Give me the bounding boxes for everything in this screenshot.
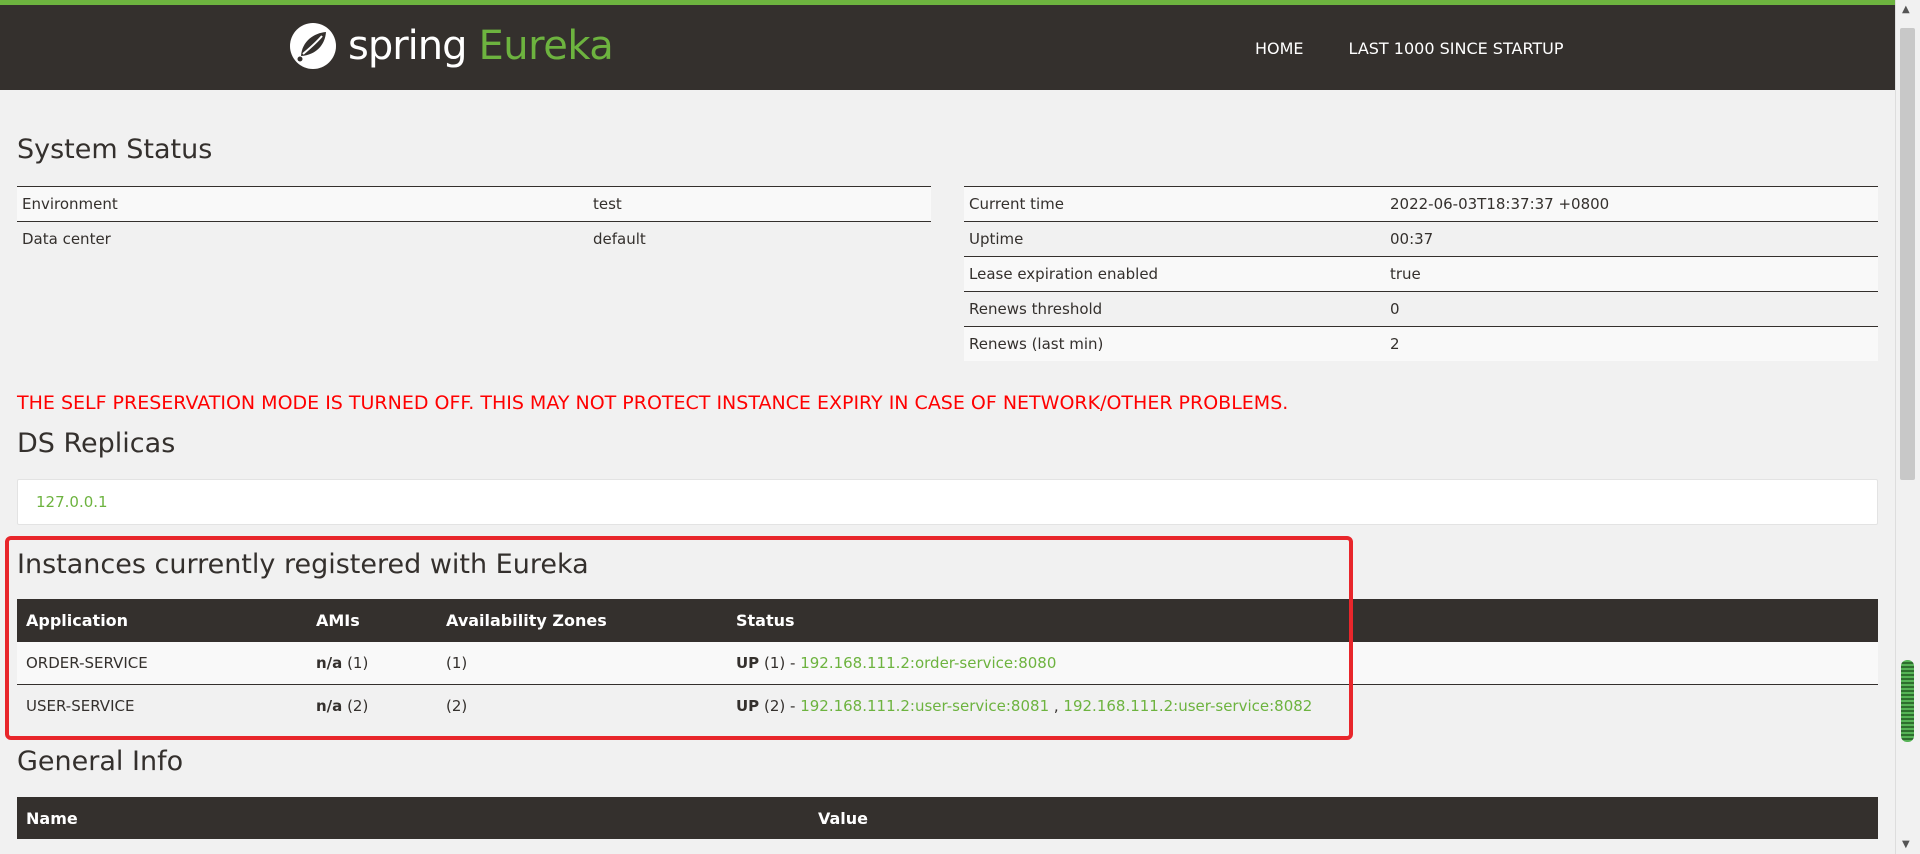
status-up: UP bbox=[736, 697, 760, 715]
status-name-cell: Lease expiration enabled bbox=[964, 256, 1385, 292]
status-value-cell: 0 bbox=[1385, 291, 1878, 327]
status-value-cell: 2 bbox=[1385, 326, 1878, 361]
status-name-cell: Renews (last min) bbox=[964, 326, 1385, 361]
spring-leaf-icon bbox=[290, 23, 336, 69]
instances-table: Application AMIs Availability Zones Stat… bbox=[17, 599, 1878, 727]
status-up: UP bbox=[736, 654, 760, 672]
table-row: USER-SERVICE n/a (2) (2) UP (2) - 192.16… bbox=[17, 684, 1878, 727]
col-value: Value bbox=[809, 797, 1878, 839]
col-application: Application bbox=[17, 599, 307, 642]
general-info-table: Name Value bbox=[17, 797, 1878, 839]
ds-replicas-list: 127.0.0.1 bbox=[17, 479, 1878, 525]
status-value-cell: test bbox=[588, 186, 931, 222]
table-row: Data center default bbox=[17, 221, 931, 256]
amis-cell: n/a (2) bbox=[307, 684, 437, 727]
table-header-row: Application AMIs Availability Zones Stat… bbox=[17, 599, 1878, 642]
status-value-cell: true bbox=[1385, 256, 1878, 292]
top-navbar: spring Eureka HOME LAST 1000 SINCE START… bbox=[0, 0, 1895, 90]
table-row: Lease expiration enabled true bbox=[964, 256, 1878, 292]
col-availability-zones: Availability Zones bbox=[437, 599, 727, 642]
spring-eureka-logo[interactable]: spring Eureka bbox=[288, 21, 614, 71]
main-nav: HOME LAST 1000 SINCE STARTUP bbox=[1255, 39, 1609, 58]
status-name-cell: Data center bbox=[17, 221, 588, 256]
table-row: ORDER-SERVICE n/a (1) (1) UP (1) - 192.1… bbox=[17, 641, 1878, 685]
application-name: USER-SERVICE bbox=[17, 684, 307, 727]
col-amis: AMIs bbox=[307, 599, 437, 642]
logo-text-spring: spring bbox=[348, 23, 468, 69]
table-row: Renews threshold 0 bbox=[964, 291, 1878, 327]
ami-count: (1) bbox=[347, 654, 369, 672]
scrollbar-thumb[interactable] bbox=[1900, 28, 1915, 480]
vertical-scrollbar[interactable]: ▲ ▼ bbox=[1895, 0, 1920, 854]
scroll-down-arrow-icon[interactable]: ▼ bbox=[1902, 839, 1910, 850]
status-count: (2) - bbox=[763, 697, 796, 715]
ami-label: n/a bbox=[316, 654, 343, 672]
status-name-cell: Current time bbox=[964, 186, 1385, 222]
ami-count: (2) bbox=[347, 697, 369, 715]
instance-link[interactable]: 192.168.111.2:order-service:8080 bbox=[800, 654, 1056, 672]
nav-last-1000-link[interactable]: LAST 1000 SINCE STARTUP bbox=[1349, 39, 1564, 58]
system-status-left-table: Environment test Data center default bbox=[17, 186, 931, 256]
scroll-up-arrow-icon[interactable]: ▲ bbox=[1902, 4, 1910, 15]
ami-label: n/a bbox=[316, 697, 343, 715]
col-status: Status bbox=[727, 599, 1878, 642]
status-name-cell: Renews threshold bbox=[964, 291, 1385, 327]
replica-link[interactable]: 127.0.0.1 bbox=[36, 493, 108, 511]
table-row: Environment test bbox=[17, 186, 931, 222]
general-info-heading: General Info bbox=[17, 746, 184, 777]
ds-replicas-heading: DS Replicas bbox=[17, 428, 176, 459]
table-row: Current time 2022-06-03T18:37:37 +0800 bbox=[964, 186, 1878, 222]
status-cell: UP (1) - 192.168.111.2:order-service:808… bbox=[727, 641, 1878, 685]
application-name: ORDER-SERVICE bbox=[17, 641, 307, 685]
logo-text-eureka: Eureka bbox=[478, 23, 614, 69]
self-preservation-warning: THE SELF PRESERVATION MODE IS TURNED OFF… bbox=[17, 392, 1289, 414]
status-count: (1) - bbox=[763, 654, 796, 672]
amis-cell: n/a (1) bbox=[307, 641, 437, 685]
instance-link[interactable]: 192.168.111.2:user-service:8081 bbox=[800, 697, 1049, 715]
status-name-cell: Uptime bbox=[964, 221, 1385, 257]
status-value-cell: 2022-06-03T18:37:37 +0800 bbox=[1385, 186, 1878, 222]
status-cell: UP (2) - 192.168.111.2:user-service:8081… bbox=[727, 684, 1878, 727]
table-row: Renews (last min) 2 bbox=[964, 326, 1878, 361]
status-value-cell: 00:37 bbox=[1385, 221, 1878, 257]
scroll-position-marker bbox=[1901, 660, 1914, 742]
system-status-right-table: Current time 2022-06-03T18:37:37 +0800 U… bbox=[964, 186, 1878, 361]
zones-cell: (2) bbox=[437, 684, 727, 727]
instances-heading: Instances currently registered with Eure… bbox=[17, 549, 589, 580]
zones-cell: (1) bbox=[437, 641, 727, 685]
table-row: Uptime 00:37 bbox=[964, 221, 1878, 257]
status-value-cell: default bbox=[588, 221, 931, 256]
system-status-heading: System Status bbox=[17, 134, 213, 165]
instance-link[interactable]: 192.168.111.2:user-service:8082 bbox=[1063, 697, 1312, 715]
status-name-cell: Environment bbox=[17, 186, 588, 222]
col-name: Name bbox=[17, 797, 809, 839]
table-header-row: Name Value bbox=[17, 797, 1878, 839]
nav-home-link[interactable]: HOME bbox=[1255, 39, 1304, 58]
